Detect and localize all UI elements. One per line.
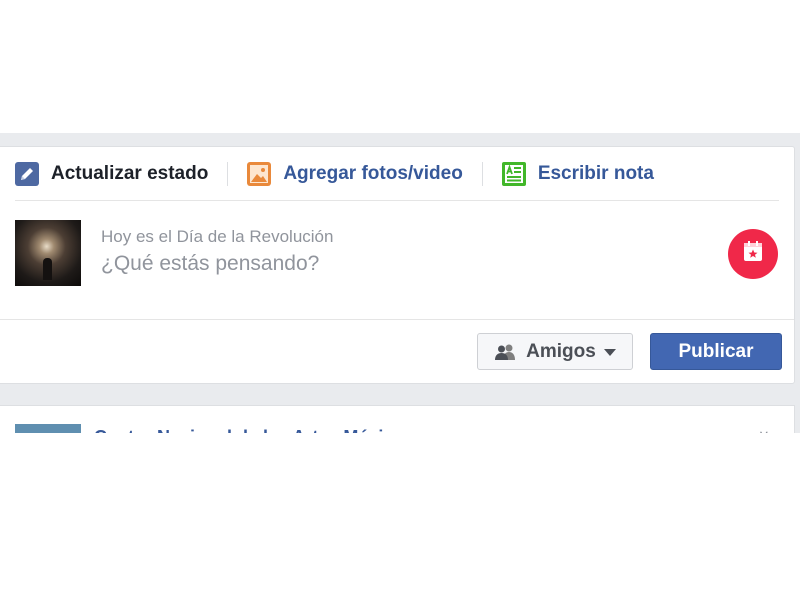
pencil-icon: [15, 161, 39, 186]
friends-icon: [494, 343, 516, 361]
chevron-down-icon: [603, 341, 616, 363]
emoji-button[interactable]: [728, 229, 778, 279]
post-composer: Actualizar estado Agregar fotos/video Es…: [0, 146, 795, 384]
tab-add-photos-video[interactable]: Agregar fotos/video: [247, 161, 463, 186]
composer-tabs: Actualizar estado Agregar fotos/video Es…: [15, 147, 779, 201]
status-input[interactable]: [101, 252, 661, 276]
tab-divider: [227, 161, 229, 186]
tab-label: Actualizar estado: [51, 162, 209, 184]
tab-divider: [481, 161, 483, 186]
note-icon: [501, 161, 526, 186]
composer-subtitle: Hoy es el Día de la Revolución: [101, 227, 334, 246]
tab-write-note[interactable]: Escribir nota: [501, 161, 654, 186]
tab-label: Escribir nota: [537, 162, 654, 184]
privacy-label: Amigos: [526, 340, 596, 362]
calendar-star-icon: [742, 240, 764, 268]
page-bottom-area: [0, 433, 800, 600]
publish-button[interactable]: Publicar: [650, 333, 782, 370]
tab-update-status[interactable]: Actualizar estado: [15, 161, 209, 186]
composer-footer-divider: [0, 319, 794, 320]
avatar[interactable]: [15, 220, 81, 286]
tab-label: Agregar fotos/video: [283, 162, 463, 184]
privacy-selector[interactable]: Amigos: [477, 333, 633, 370]
photo-icon: [247, 161, 272, 186]
